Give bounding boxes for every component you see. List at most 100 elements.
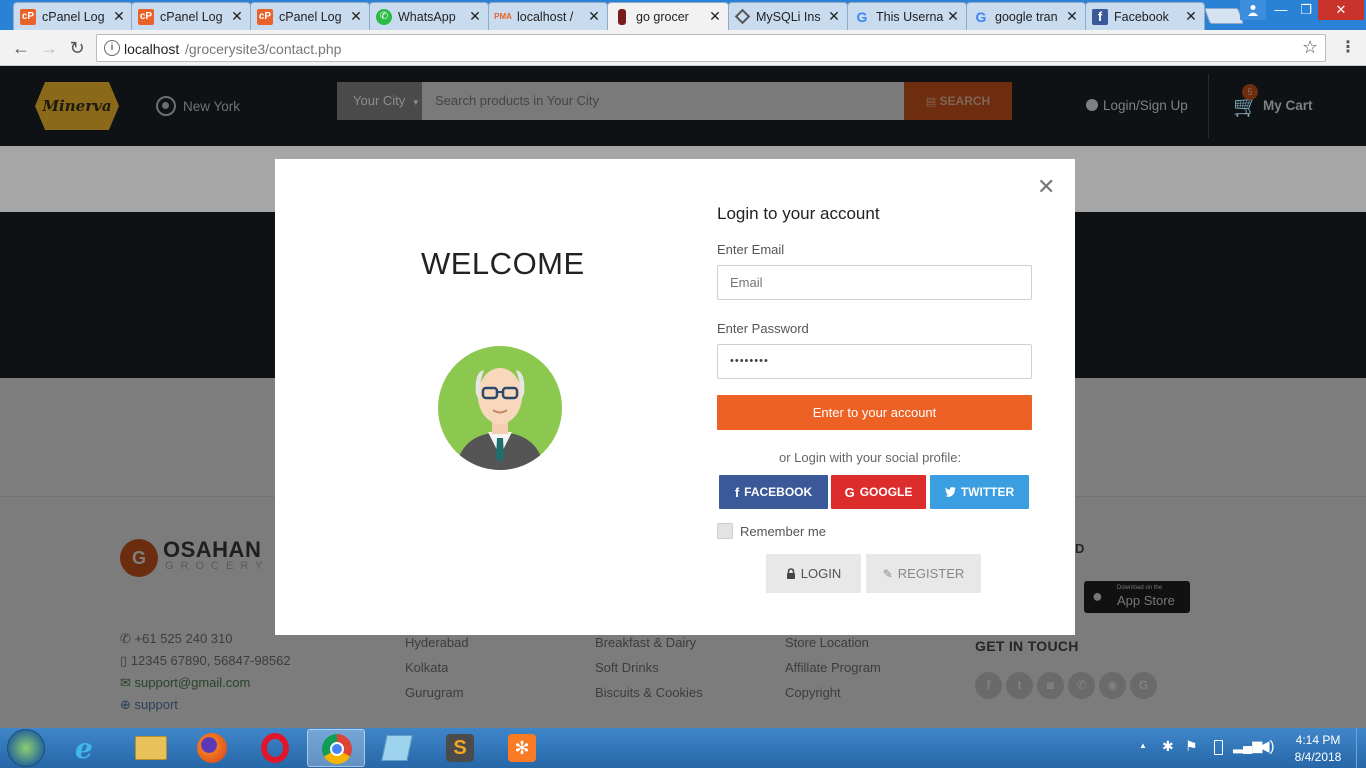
pencil-icon: ✎ xyxy=(882,566,893,581)
location-label[interactable]: New York xyxy=(183,99,240,114)
new-tab-button[interactable] xyxy=(1204,8,1244,24)
my-cart-link[interactable]: My Cart xyxy=(1263,98,1313,113)
bluetooth-icon[interactable]: ✱ xyxy=(1162,738,1174,755)
support-email-link[interactable]: support@gmail.com xyxy=(135,675,251,690)
google-icon[interactable]: G xyxy=(1130,672,1157,699)
submit-login-button[interactable]: Enter to your account xyxy=(717,395,1032,430)
browser-tab-1[interactable]: cP cPanel Log ✕ xyxy=(13,2,133,30)
twitter-login-button[interactable]: TWITTER xyxy=(930,475,1029,509)
twitter-icon[interactable]: t xyxy=(1006,672,1033,699)
show-desktop-button[interactable] xyxy=(1356,728,1366,768)
battery-icon[interactable] xyxy=(1214,740,1223,755)
cart-count-badge: 5 xyxy=(1242,84,1258,100)
footer-link-city[interactable]: Kolkata xyxy=(405,660,469,685)
clock-date[interactable]: 8/4/2018 xyxy=(1290,750,1346,764)
footer-link-category[interactable]: Breakfast & Dairy xyxy=(595,635,703,660)
browser-tab-5[interactable]: PMA localhost / ✕ xyxy=(488,2,608,30)
chrome-icon xyxy=(322,734,352,764)
welcome-heading: WELCOME xyxy=(421,246,585,281)
browser-tab-10[interactable]: f Facebook ✕ xyxy=(1085,2,1205,30)
site-header: Minerva New York Your City ▼ Search prod… xyxy=(0,66,1366,146)
envelope-icon: ✉ xyxy=(120,675,131,690)
instagram-icon[interactable]: ◙ xyxy=(1037,672,1064,699)
taskbar-xampp[interactable]: ✻ xyxy=(493,729,551,767)
taskbar-explorer[interactable] xyxy=(122,729,180,767)
facebook-icon: f xyxy=(1092,8,1108,25)
reload-icon[interactable]: ↻ xyxy=(65,36,89,60)
cpanel-icon: cP xyxy=(138,8,154,25)
tab-close-icon[interactable]: ✕ xyxy=(946,8,960,25)
tab-close-icon[interactable]: ✕ xyxy=(587,8,601,25)
browser-tab-7[interactable]: MySQLi Ins ✕ xyxy=(728,2,848,30)
bookmark-star-icon[interactable]: ☆ xyxy=(1302,37,1318,58)
browser-tab-9[interactable]: G google tran ✕ xyxy=(966,2,1086,30)
footer-link-info[interactable]: Copyright xyxy=(785,685,881,710)
google-login-button[interactable]: G GOOGLE xyxy=(831,475,926,509)
taskbar-chrome-active[interactable] xyxy=(307,729,365,767)
tab-close-icon[interactable]: ✕ xyxy=(708,8,722,25)
remember-me-label: Remember me xyxy=(740,524,826,539)
email-label: Enter Email xyxy=(717,242,785,257)
login-signup-link[interactable]: Login/Sign Up xyxy=(1103,98,1188,113)
info-icon[interactable]: i xyxy=(104,40,120,56)
minimize-icon[interactable]: — xyxy=(1268,0,1294,20)
chrome-menu-icon[interactable]: ⋮ xyxy=(1336,36,1360,60)
tab-close-icon[interactable]: ✕ xyxy=(112,8,126,25)
footer-link-city[interactable]: Hyderabad xyxy=(405,635,469,660)
taskbar-opera[interactable] xyxy=(245,729,303,767)
password-input[interactable]: •••••••• xyxy=(717,344,1032,379)
footer-link-info[interactable]: Affillate Program xyxy=(785,660,881,685)
facebook-login-button[interactable]: f FACEBOOK xyxy=(719,475,828,509)
browser-tab-4[interactable]: ✆ WhatsApp ✕ xyxy=(369,2,489,30)
browser-tab-8[interactable]: G This Userna ✕ xyxy=(847,2,967,30)
tab-close-icon[interactable]: ✕ xyxy=(827,8,841,25)
back-arrow-icon[interactable]: ← xyxy=(9,36,33,60)
browser-tab-3[interactable]: cP cPanel Log ✕ xyxy=(250,2,370,30)
restore-icon[interactable]: ❐ xyxy=(1294,0,1318,20)
footer-link-city[interactable]: Gurugram xyxy=(405,685,469,710)
volume-icon[interactable]: ◀) xyxy=(1258,737,1275,755)
tab-close-icon[interactable]: ✕ xyxy=(230,8,244,25)
browser-tab-6-active[interactable]: go grocer ✕ xyxy=(607,2,729,30)
facebook-icon[interactable]: f xyxy=(975,672,1002,699)
get-in-touch-heading: GET IN TOUCH xyxy=(975,638,1079,654)
clock-time[interactable]: 4:14 PM xyxy=(1290,733,1346,747)
action-center-flag-icon[interactable]: ⚑ xyxy=(1185,738,1198,755)
url-bar[interactable]: i localhost /grocerysite3/contact.php ☆ xyxy=(96,34,1326,62)
messenger-icon[interactable]: ◉ xyxy=(1099,672,1126,699)
taskbar-sublime[interactable]: S xyxy=(431,729,489,767)
tab-close-icon[interactable]: ✕ xyxy=(1065,8,1079,25)
footer-link-info[interactable]: Store Location xyxy=(785,635,881,660)
support-link[interactable]: support xyxy=(135,697,178,712)
forward-arrow-icon[interactable]: → xyxy=(37,36,61,60)
window-close-icon[interactable]: ✕ xyxy=(1318,0,1364,20)
search-button[interactable]: ▤ SEARCH xyxy=(904,82,1012,120)
site-logo[interactable]: Minerva xyxy=(35,82,119,130)
email-input[interactable] xyxy=(717,265,1032,300)
app-store-badge[interactable]: ● Download on the App Store xyxy=(1084,581,1190,613)
remember-me-checkbox[interactable] xyxy=(717,523,733,539)
tab-close-icon[interactable]: ✕ xyxy=(468,8,482,25)
footer-link-category[interactable]: Biscuits & Cookies xyxy=(595,685,703,710)
footer-link-category[interactable]: Soft Drinks xyxy=(595,660,703,685)
browser-tab-2[interactable]: cP cPanel Log ✕ xyxy=(131,2,251,30)
whatsapp-icon[interactable]: ✆ xyxy=(1068,672,1095,699)
tray-expand-icon[interactable]: ▲ xyxy=(1139,741,1147,750)
city-select[interactable]: Your City ▼ xyxy=(337,82,422,120)
tab-close-icon[interactable]: ✕ xyxy=(349,8,363,25)
footer-cities-column: Hyderabad Kolkata Gurugram xyxy=(405,635,469,710)
taskbar-notes[interactable] xyxy=(369,729,427,767)
modal-close-icon[interactable]: ✕ xyxy=(1037,174,1055,200)
register-tab-button[interactable]: ✎ REGISTER xyxy=(866,554,981,593)
login-tab-button[interactable]: LOGIN xyxy=(766,554,861,593)
phpmyadmin-icon: PMA xyxy=(494,12,512,21)
password-label: Enter Password xyxy=(717,321,809,336)
taskbar-ie[interactable]: e xyxy=(61,729,119,767)
tab-close-icon[interactable]: ✕ xyxy=(1184,8,1198,25)
search-input[interactable]: Search products in Your City xyxy=(422,82,904,120)
start-button[interactable] xyxy=(7,729,45,767)
windows-taskbar: e S ✻ ▲ ✱ ⚑ ▂▄▆ ◀) 4:14 PM 8/4/2018 xyxy=(0,728,1366,768)
google-icon: G xyxy=(975,8,987,25)
taskbar-firefox[interactable] xyxy=(183,729,241,767)
user-profile-icon[interactable] xyxy=(1240,0,1266,20)
